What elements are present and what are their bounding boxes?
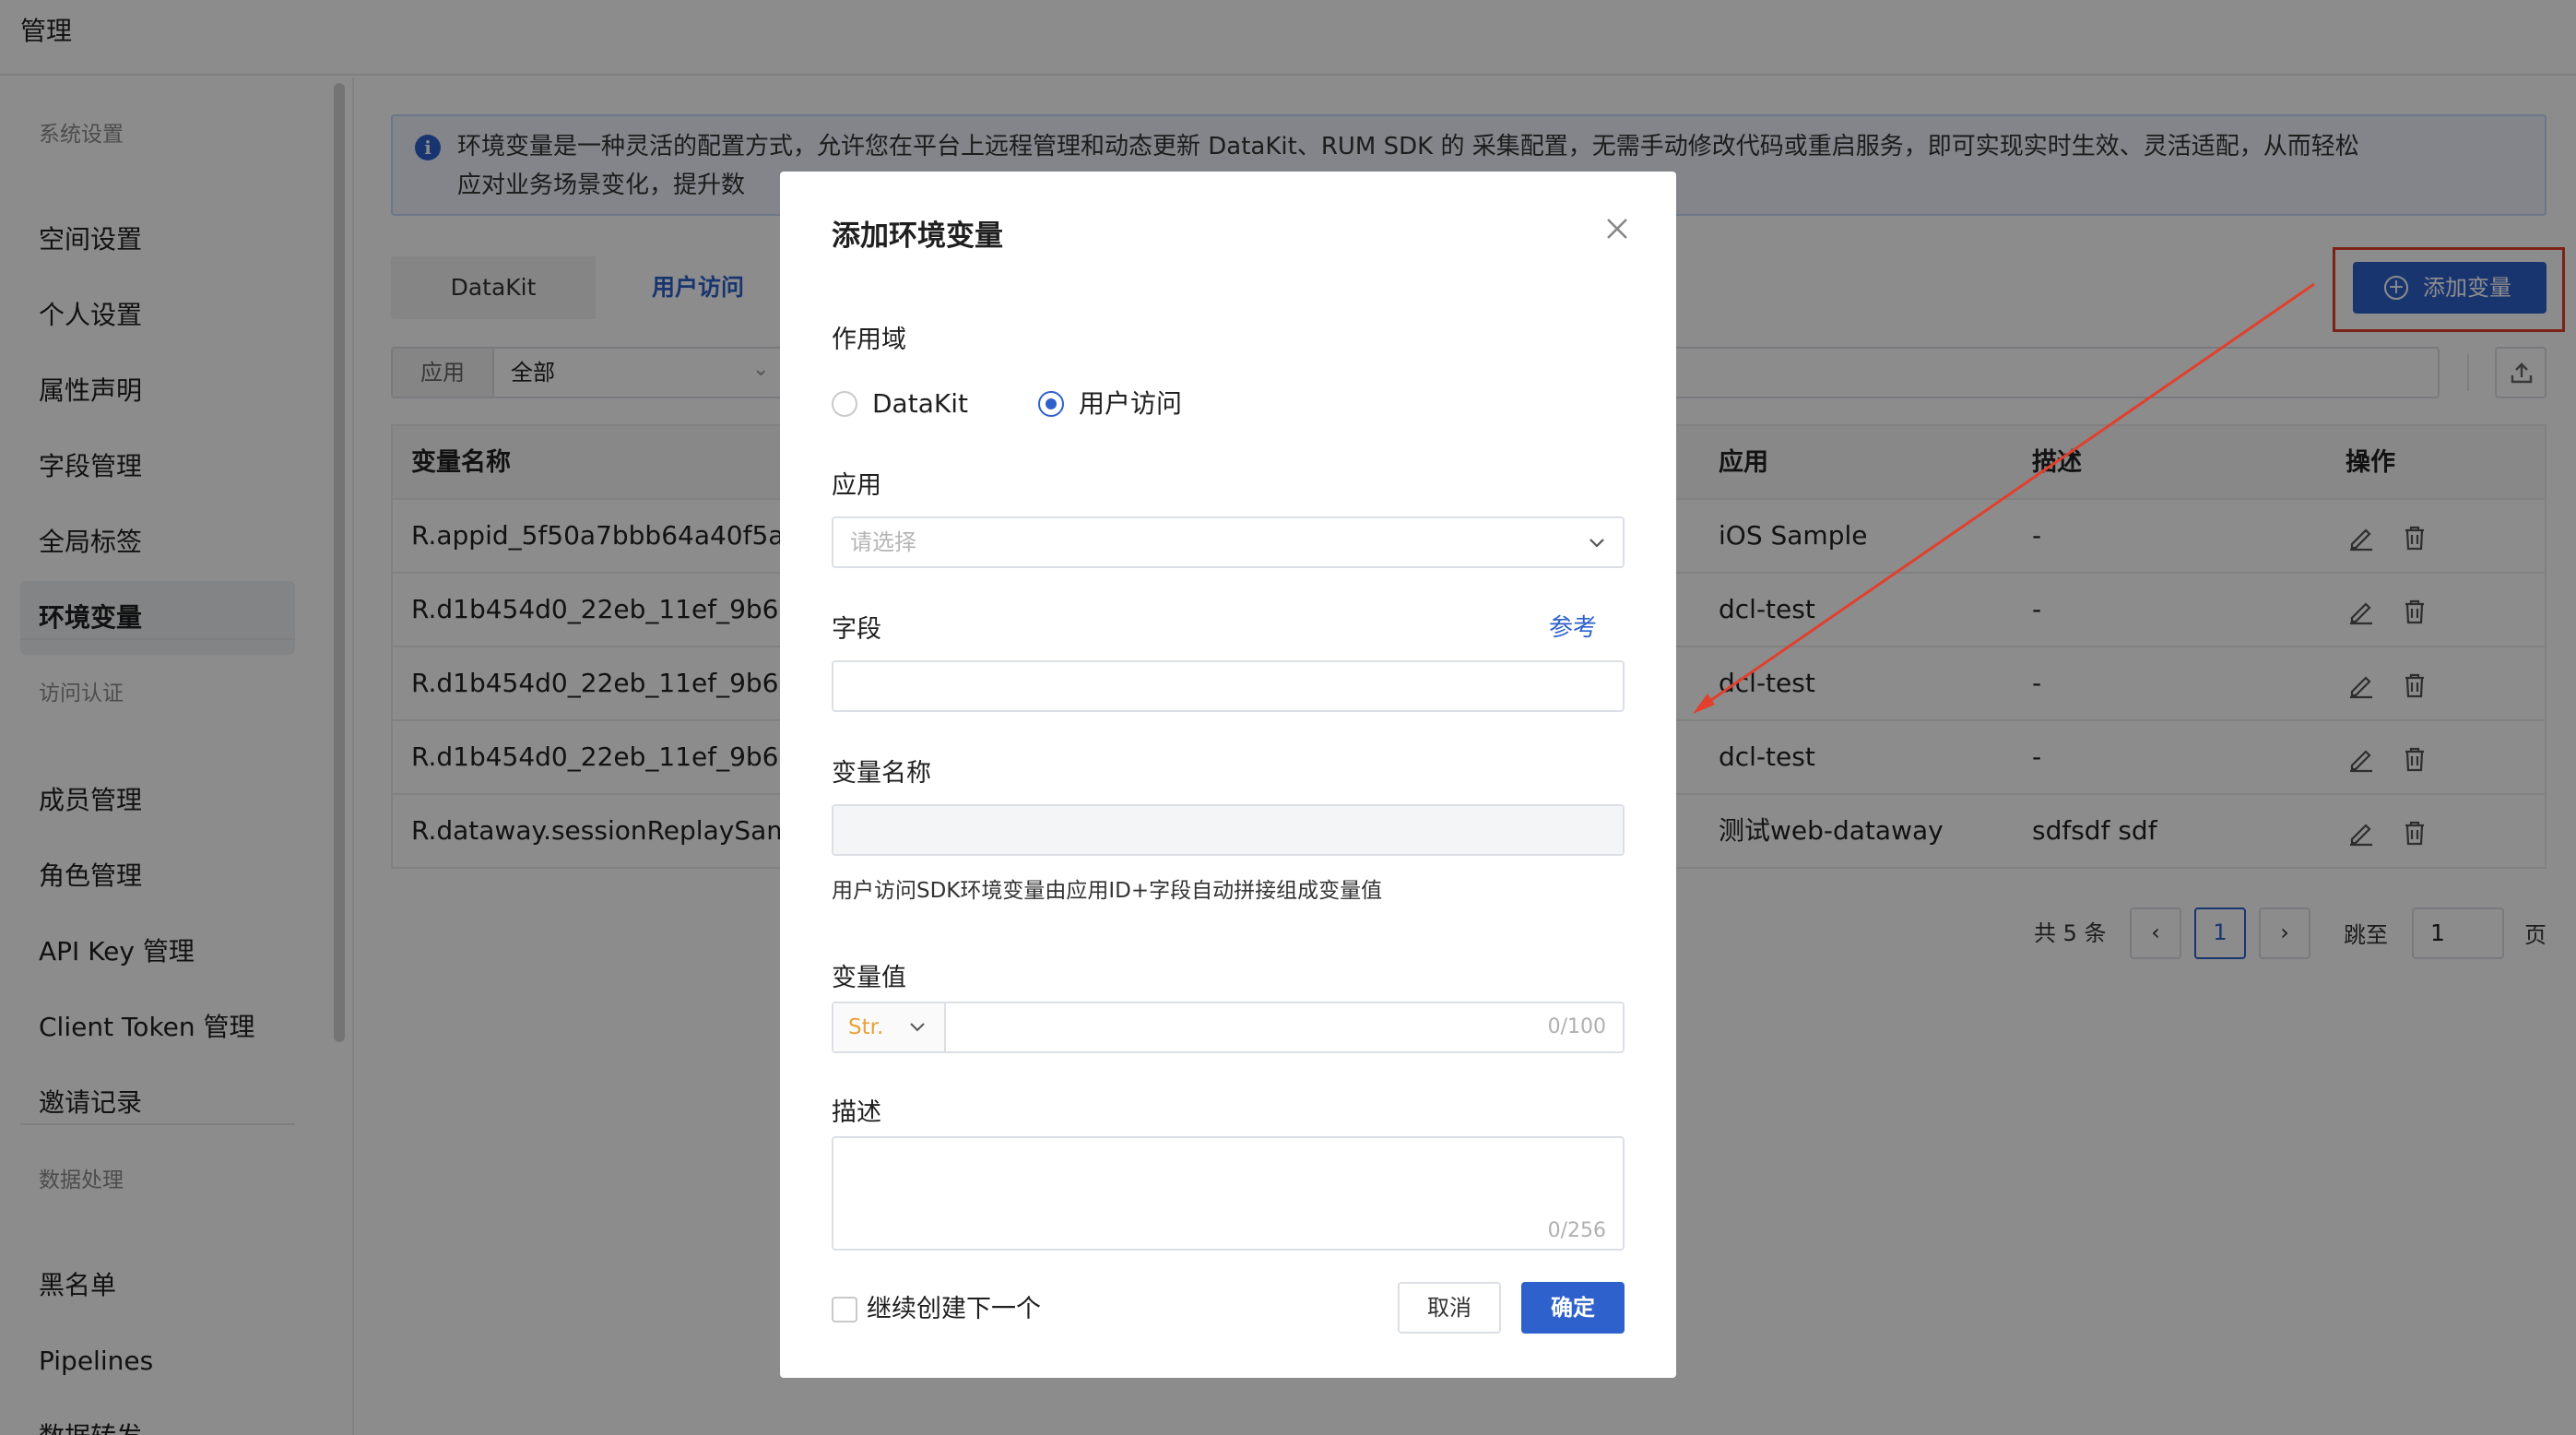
description-label: 描述 (832, 1098, 881, 1127)
dialog-title: 添加环境变量 (832, 219, 1003, 253)
value-label: 变量值 (832, 964, 906, 992)
radio-circle-selected (1038, 391, 1064, 417)
value-type: Str. (848, 1015, 884, 1039)
continue-create-label[interactable]: 继续创建下一个 (867, 1289, 1041, 1330)
field-label: 字段 (832, 615, 881, 644)
cancel-button[interactable]: 取消 (1398, 1282, 1501, 1334)
var-name-label: 变量名称 (832, 759, 931, 788)
continue-create-checkbox[interactable] (832, 1297, 857, 1322)
app-label: 应用 (832, 471, 881, 500)
radio-circle (832, 391, 857, 417)
reference-link[interactable]: 参考 (1549, 609, 1597, 643)
value-input-group[interactable]: Str. 0/100 (832, 1002, 1625, 1053)
var-name-input (832, 804, 1625, 856)
radio-label: DataKit (872, 388, 968, 419)
chevron-down-icon (1589, 539, 1604, 548)
chevron-down-icon (910, 1023, 925, 1032)
var-name-hint: 用户访问SDK环境变量由应用ID+字段自动拼接组成变量值 (832, 879, 1383, 903)
add-env-variable-dialog: 添加环境变量 作用域 DataKit 用户访问 应用 请选择 字段 参考 变量名… (780, 172, 1676, 1378)
app-select[interactable]: 请选择 (832, 516, 1625, 568)
value-type-select[interactable]: Str. (833, 1003, 946, 1051)
description-counter: 0/256 (1547, 1219, 1606, 1242)
field-input[interactable] (832, 660, 1625, 712)
value-counter: 0/100 (1547, 1015, 1606, 1038)
confirm-button[interactable]: 确定 (1521, 1282, 1625, 1334)
radio-label: 用户访问 (1079, 388, 1183, 419)
description-textarea[interactable]: 0/256 (832, 1136, 1625, 1251)
close-icon[interactable] (1599, 210, 1636, 247)
scope-label: 作用域 (832, 326, 906, 354)
app-select-placeholder: 请选择 (850, 529, 916, 555)
